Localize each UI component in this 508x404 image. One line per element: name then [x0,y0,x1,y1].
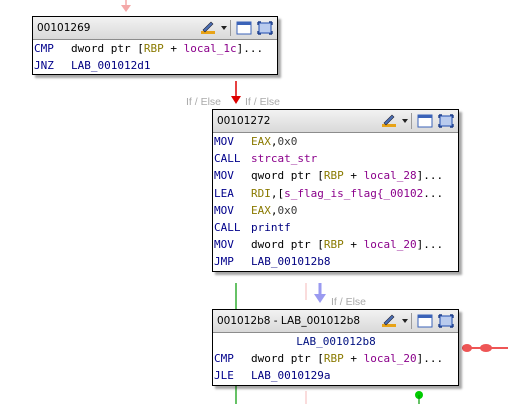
toolbar-separator [411,313,412,329]
operand-text: + [343,169,364,183]
instruction-line[interactable]: CMP dword ptr [RBP + local_20]... [213,350,458,367]
operand-reg: RBP [143,42,164,55]
code-label[interactable]: LAB_001012b8 [213,333,458,350]
restore-window-icon[interactable] [416,113,434,129]
dropdown-arrow-icon[interactable] [401,313,409,329]
operand-reg: EAX [251,203,271,217]
mnemonic: CMP [34,42,54,55]
block-header[interactable]: 001012b8 - LAB_001012b8 [213,310,458,333]
restore-window-icon[interactable] [235,20,253,36]
incoming-arrowhead [121,5,131,12]
mnemonic: CMP [214,352,234,366]
operand-reg: RBP [323,352,344,366]
operand-text: ]... [236,42,264,55]
operand-var[interactable]: local_20 [364,238,417,251]
edge-back-knot [480,344,492,352]
operand-var[interactable]: strcat_str [251,152,317,165]
instruction-line[interactable]: MOV dword ptr [RBP + local_20]... [213,236,458,253]
mnemonic: JNZ [34,59,54,73]
operand-reg: RDI [251,186,271,200]
block-header[interactable]: 00101269 [33,17,277,40]
mnemonic: CALL [214,220,241,234]
mnemonic: JLE [214,369,234,383]
instruction-line[interactable]: JLE LAB_0010129a [213,367,458,384]
instruction-line[interactable]: MOV qword ptr [RBP + local_28]... [213,167,458,184]
operand-text: ]... [416,169,444,183]
block-header[interactable]: 00101272 [213,110,458,133]
operand-text: ]... [416,352,444,366]
dropdown-arrow-icon[interactable] [220,20,228,36]
block-title: 00101272 [217,115,271,127]
mnemonic: MOV [214,238,234,252]
dropdown-arrow-icon[interactable] [401,113,409,129]
operand-sym[interactable]: printf [251,221,291,234]
operand-text: + [343,238,364,252]
code-block[interactable]: 001012b8 - LAB_001012b8 LAB_001012b8 CMP… [212,309,459,386]
maximize-block-icon[interactable] [256,20,274,36]
operand-text: + [343,352,364,366]
instruction-line[interactable]: JNZ LAB_001012d1 [33,57,277,74]
mnemonic: LEA [214,186,234,200]
instruction-line[interactable]: CMP dword ptr [RBP + local_1c]... [33,40,277,57]
operand-reg: RBP [323,169,344,183]
mnemonic: MOV [214,135,234,148]
mnemonic: JMP [214,255,234,269]
block-title: 001012b8 - LAB_001012b8 [217,315,361,327]
code-block[interactable]: 00101269 CMP dword ptr [RBP + local_1c]..… [32,16,278,76]
instruction-list: LAB_001012b8 CMP dword ptr [RBP + local_2… [213,333,458,385]
maximize-block-icon[interactable] [437,113,455,129]
operand-text: ... [423,186,444,200]
operand-text: , [270,135,278,148]
operand-text: ,[ [270,186,285,200]
mnemonic: CALL [214,152,241,166]
operand-var[interactable]: local_28 [364,169,417,182]
edge-unconditional-arrowhead [314,294,326,303]
instruction-line[interactable]: CALL printf [213,219,458,236]
edit-fill-color-icon[interactable] [380,113,398,129]
instruction-line[interactable]: JMP LAB_001012b8 [213,253,458,270]
operand-var[interactable]: local_20 [364,352,417,365]
mnemonic: MOV [214,203,234,217]
operand-var[interactable]: local_1c [184,42,237,55]
operand-text: + [163,42,184,55]
edit-fill-color-icon[interactable] [380,313,398,329]
edge-label-right: If / Else [245,96,281,108]
code-block[interactable]: 00101272 MOV EAX,0x0 CALL strcat_str MOV qwor… [212,109,459,272]
operand-text: dword ptr [ [71,42,144,55]
instruction-line[interactable]: MOV EAX,0x0 [213,133,458,150]
instruction-list: MOV EAX,0x0 CALL strcat_str MOV qword ptr [RB… [213,133,458,271]
operand-text: dword ptr [ [251,238,324,252]
operand-num: 0x0 [277,135,298,148]
toolbar-separator [411,113,412,129]
edge-back-arrowhead [462,344,472,352]
operand-sym[interactable]: LAB_001012b8 [251,255,330,268]
instruction-line[interactable]: LEA RDI,[s_flag_is_flag{_00102... [213,185,458,202]
edge-true-arrowhead [231,96,241,104]
block-title: 00101269 [37,22,91,34]
edge-label-left: If / Else [186,96,222,108]
operand-text: dword ptr [ [251,352,324,366]
mnemonic: MOV [214,169,234,183]
edit-fill-color-icon[interactable] [199,20,217,36]
operand-sym[interactable]: LAB_001012d1 [71,59,150,72]
instruction-line[interactable]: MOV EAX,0x0 [213,202,458,219]
operand-text: qword ptr [ [251,169,324,183]
restore-window-icon[interactable] [416,313,434,329]
maximize-block-icon[interactable] [437,313,455,329]
operand-num: 0x0 [277,203,298,217]
edge-label-bottom: If / Else [331,296,367,308]
operand-text: ]... [416,238,444,252]
operand-reg: EAX [251,135,271,148]
operand-text: , [270,203,278,217]
toolbar-separator [230,20,231,36]
operand-reg: RBP [323,238,344,252]
instruction-list: CMP dword ptr [RBP + local_1c]... JNZ LAB_0… [33,40,277,74]
operand-var[interactable]: s_flag_is_flag{_00102 [284,187,423,200]
instruction-line[interactable]: CALL strcat_str [213,150,458,167]
operand-sym[interactable]: LAB_0010129a [251,369,330,382]
